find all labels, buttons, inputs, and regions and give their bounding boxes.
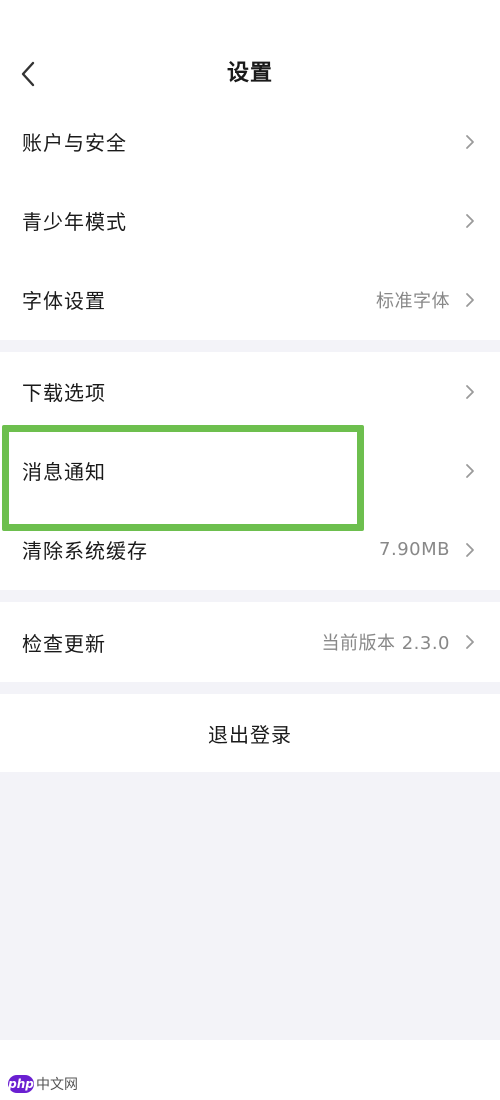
chevron-right-icon [464,461,476,481]
settings-item-value: 标准字体 [376,290,450,312]
chevron-right-icon [464,540,476,560]
settings-item-font[interactable]: 字体设置 标准字体 [0,260,500,339]
settings-item-account-security[interactable]: 账户与安全 [0,102,500,181]
chevron-right-icon [464,132,476,152]
chevron-right-icon [464,632,476,652]
settings-item-notifications[interactable]: 消息通知 [0,431,500,510]
settings-item-value: 当前版本 2.3.0 [321,633,450,654]
settings-item-value: 7.90MB [379,539,450,560]
settings-item-check-update[interactable]: 检查更新 当前版本 2.3.0 [0,602,500,682]
settings-item-download[interactable]: 下载选项 [0,352,500,431]
settings-group-3: 检查更新 当前版本 2.3.0 [0,602,500,682]
settings-group-2: 下载选项 消息通知 清除系统缓存 7.90MB [0,352,500,590]
nav-header: 设置 [0,0,500,108]
settings-item-teen-mode[interactable]: 青少年模式 [0,181,500,260]
settings-item-clear-cache[interactable]: 清除系统缓存 7.90MB [0,510,500,589]
settings-item-label: 账户与安全 [22,131,127,155]
settings-group-1: 账户与安全 青少年模式 字体设置 标准字体 [0,102,500,340]
logout-button[interactable]: 退出登录 [0,694,500,772]
watermark: php 中文网 [8,1074,78,1094]
settings-item-label: 检查更新 [22,631,106,656]
settings-item-label: 消息通知 [22,460,106,484]
settings-item-label: 清除系统缓存 [22,539,148,563]
page-title: 设置 [226,61,273,86]
chevron-right-icon [464,382,476,402]
chevron-right-icon [464,211,476,231]
logout-label: 退出登录 [208,722,292,747]
watermark-text: 中文网 [36,1077,78,1093]
settings-item-label: 字体设置 [22,289,106,313]
settings-item-label: 青少年模式 [22,210,127,234]
settings-item-label: 下载选项 [22,381,106,405]
chevron-right-icon [464,290,476,310]
php-logo: php [8,1075,34,1093]
settings-screen: 设置 账户与安全 青少年模式 字体设置 标准字体 下载选项 消息通知 清除系统缓… [0,0,500,1100]
logout-group: 退出登录 [0,694,500,772]
